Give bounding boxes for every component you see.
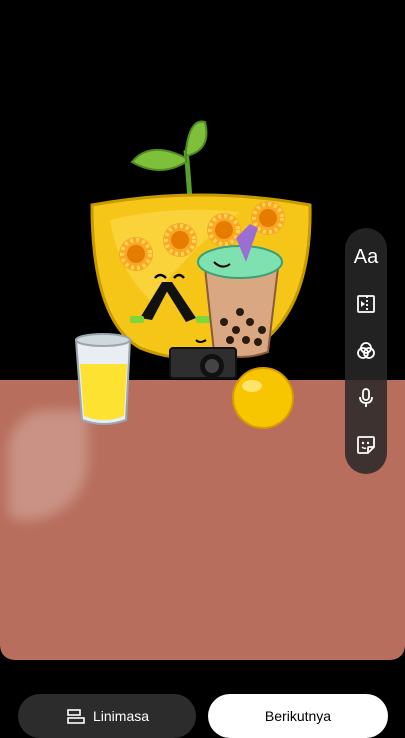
bottom-bar: Linimasa Berikutnya xyxy=(0,690,405,738)
sticker-tool[interactable] xyxy=(349,428,383,462)
timeline-label: Linimasa xyxy=(92,708,150,724)
video-canvas[interactable]: Aa xyxy=(0,0,405,660)
sticker-icon xyxy=(357,435,375,454)
filter-icon xyxy=(357,342,375,359)
camera xyxy=(169,347,237,379)
microphone-icon xyxy=(359,387,373,407)
text-tool[interactable]: Aa xyxy=(349,240,383,274)
filter-tool[interactable] xyxy=(349,334,383,368)
video-clip-icon xyxy=(357,295,375,314)
media-tool[interactable] xyxy=(349,287,383,321)
next-button[interactable]: Berikutnya xyxy=(208,694,388,738)
sprout-leaf xyxy=(130,120,208,201)
timeline-icon xyxy=(67,709,85,724)
editing-toolbar: Aa xyxy=(345,228,387,474)
timeline-button[interactable]: Linimasa xyxy=(18,694,196,738)
text-icon: Aa xyxy=(353,245,379,268)
juice-glass xyxy=(74,333,132,425)
voice-tool[interactable] xyxy=(349,381,383,415)
next-label: Berikutnya xyxy=(264,708,332,724)
yellow-ball xyxy=(232,367,294,429)
